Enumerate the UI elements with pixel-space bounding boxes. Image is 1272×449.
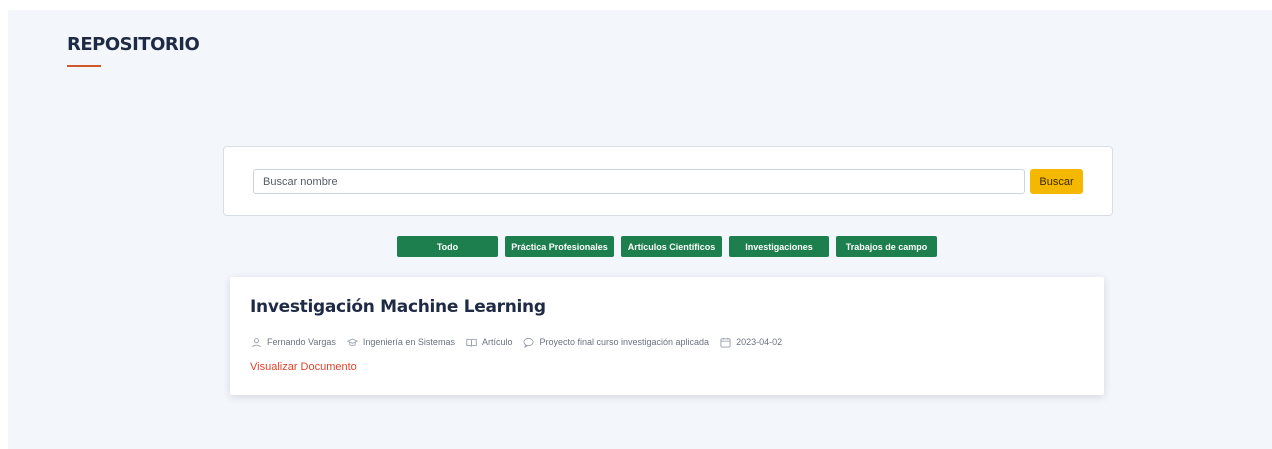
filter-todo-button[interactable]: Todo bbox=[397, 236, 498, 257]
search-button[interactable]: Buscar bbox=[1030, 169, 1083, 194]
meta-type: Artículo bbox=[466, 337, 513, 348]
meta-career: Ingeniería en Sistemas bbox=[346, 337, 455, 348]
filter-articulos-cientificos-button[interactable]: Artículos Científicos bbox=[621, 236, 722, 257]
career-name: Ingeniería en Sistemas bbox=[362, 337, 455, 347]
calendar-icon bbox=[720, 337, 731, 348]
meta-author: Fernando Vargas bbox=[251, 337, 336, 348]
document-meta: Fernando Vargas Ingeniería en Sistemas A… bbox=[251, 335, 793, 349]
document-type: Artículo bbox=[481, 337, 513, 347]
meta-description: Proyecto final curso investigación aplic… bbox=[523, 337, 709, 348]
page-background: REPOSITORIO Buscar Todo Práctica Profesi… bbox=[8, 10, 1272, 449]
document-card: Investigación Machine Learning Fernando … bbox=[230, 277, 1104, 395]
graduation-cap-icon bbox=[346, 337, 358, 348]
user-icon bbox=[251, 337, 262, 348]
document-date: 2023-04-02 bbox=[736, 337, 783, 347]
comment-icon bbox=[523, 337, 535, 348]
title-underline bbox=[67, 65, 101, 67]
filter-practica-profesionales-button[interactable]: Práctica Profesionales bbox=[505, 236, 614, 257]
filter-trabajos-de-campo-button[interactable]: Trabajos de campo bbox=[836, 236, 937, 257]
search-card: Buscar bbox=[223, 146, 1113, 216]
book-icon bbox=[466, 337, 477, 348]
page-title: REPOSITORIO bbox=[67, 34, 200, 55]
view-document-link[interactable]: Visualizar Documento bbox=[250, 361, 357, 373]
document-title: Investigación Machine Learning bbox=[250, 297, 546, 317]
meta-date: 2023-04-02 bbox=[720, 337, 782, 348]
filter-investigaciones-button[interactable]: Investigaciones bbox=[729, 236, 829, 257]
document-description: Proyecto final curso investigación aplic… bbox=[539, 337, 710, 347]
search-input[interactable] bbox=[253, 169, 1025, 194]
filter-bar: Todo Práctica Profesionales Artículos Ci… bbox=[8, 236, 1272, 257]
author-name: Fernando Vargas bbox=[267, 337, 336, 347]
